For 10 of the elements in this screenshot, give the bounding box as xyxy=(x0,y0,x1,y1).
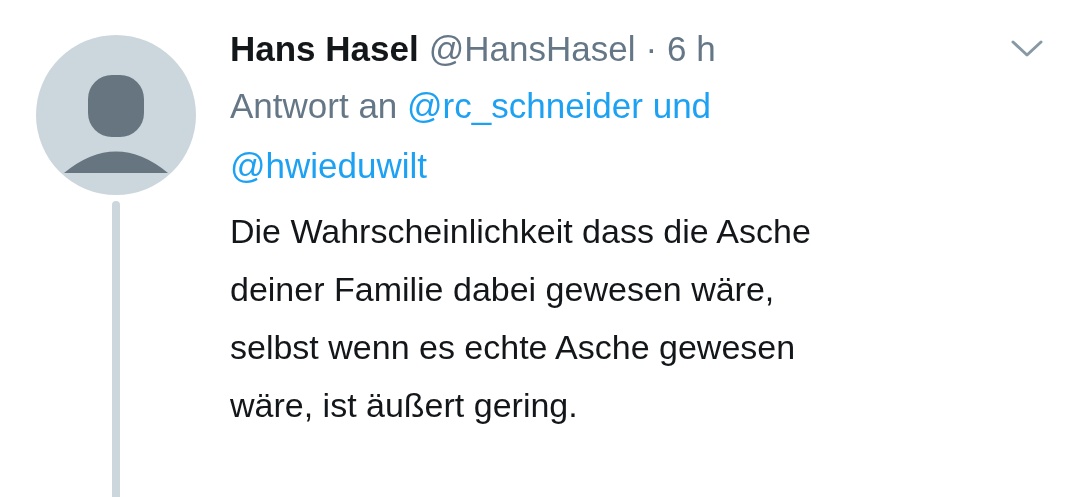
tweet-text: Die Wahrscheinlichkeit dass die Asche deiner Familie dabei gewesen wäre, selbst wenn es echte Asche gewesen wäre, ist äußert gering. xyxy=(230,211,812,426)
author-handle[interactable]: @HansHasel xyxy=(428,29,636,69)
reply-link[interactable]: @rc_schneider und xyxy=(407,86,712,125)
separator: · xyxy=(645,29,658,69)
reply-prefix: Antwort an xyxy=(230,86,398,125)
chevron-down-icon[interactable] xyxy=(1010,39,1044,59)
tweet-time: 6 h xyxy=(667,29,716,69)
reply-link[interactable]: @hwieduwilt xyxy=(230,146,427,185)
author-name[interactable]: Hans Hasel xyxy=(230,29,419,69)
avatar[interactable] xyxy=(36,35,196,195)
